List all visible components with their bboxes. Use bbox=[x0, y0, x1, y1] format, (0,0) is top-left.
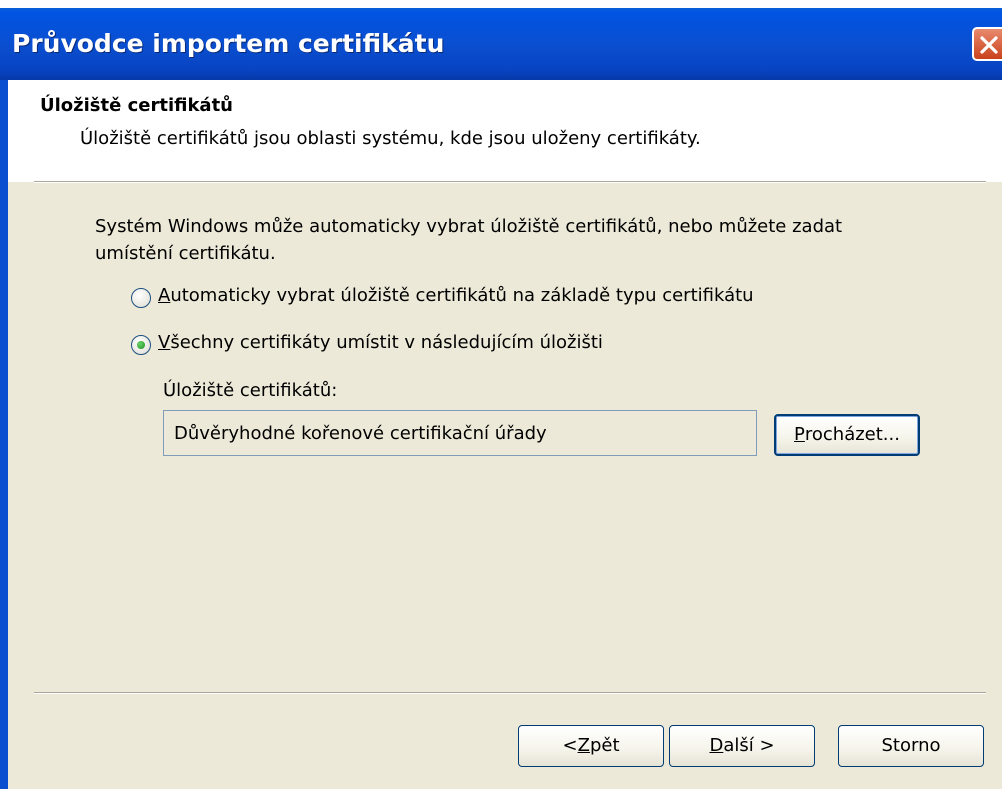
browse-button[interactable]: Procházet... bbox=[774, 414, 920, 456]
cancel-button[interactable]: Storno bbox=[838, 725, 984, 767]
close-button[interactable] bbox=[972, 27, 1002, 61]
footer-divider bbox=[34, 692, 986, 694]
store-field-label: Úložiště certifikátů: bbox=[163, 380, 338, 401]
radio-place-in-store-label[interactable]: Všechny certifikáty umístit v následujíc… bbox=[158, 332, 603, 353]
wizard-body bbox=[8, 182, 1002, 789]
certificate-store-field: Důvěryhodné kořenové certifikační úřady bbox=[163, 410, 757, 456]
close-icon bbox=[980, 36, 998, 54]
window-frame-left bbox=[0, 80, 8, 789]
radio-auto-select-store[interactable] bbox=[131, 288, 151, 308]
window-title: Průvodce importem certifikátu bbox=[12, 29, 445, 58]
certificate-import-wizard-window: Průvodce importem certifikátu Úložiště c… bbox=[0, 0, 1002, 789]
title-bar[interactable]: Průvodce importem certifikátu bbox=[0, 8, 1002, 80]
radio-selected-dot-icon bbox=[137, 341, 145, 349]
intro-text-line-2: umístění certifikátu. bbox=[95, 243, 276, 264]
header-divider bbox=[34, 181, 986, 183]
intro-text-line-1: Systém Windows může automaticky vybrat ú… bbox=[95, 216, 843, 237]
next-button[interactable]: Další > bbox=[669, 725, 815, 767]
radio-place-in-store[interactable] bbox=[131, 335, 151, 355]
page-subtitle: Úložiště certifikátů jsou oblasti systém… bbox=[80, 128, 701, 149]
page-title: Úložiště certifikátů bbox=[40, 95, 233, 116]
back-button[interactable]: < Zpět bbox=[518, 725, 664, 767]
radio-auto-select-store-label[interactable]: Automaticky vybrat úložiště certifikátů … bbox=[158, 285, 754, 306]
certificate-store-value: Důvěryhodné kořenové certifikační úřady bbox=[174, 423, 547, 444]
